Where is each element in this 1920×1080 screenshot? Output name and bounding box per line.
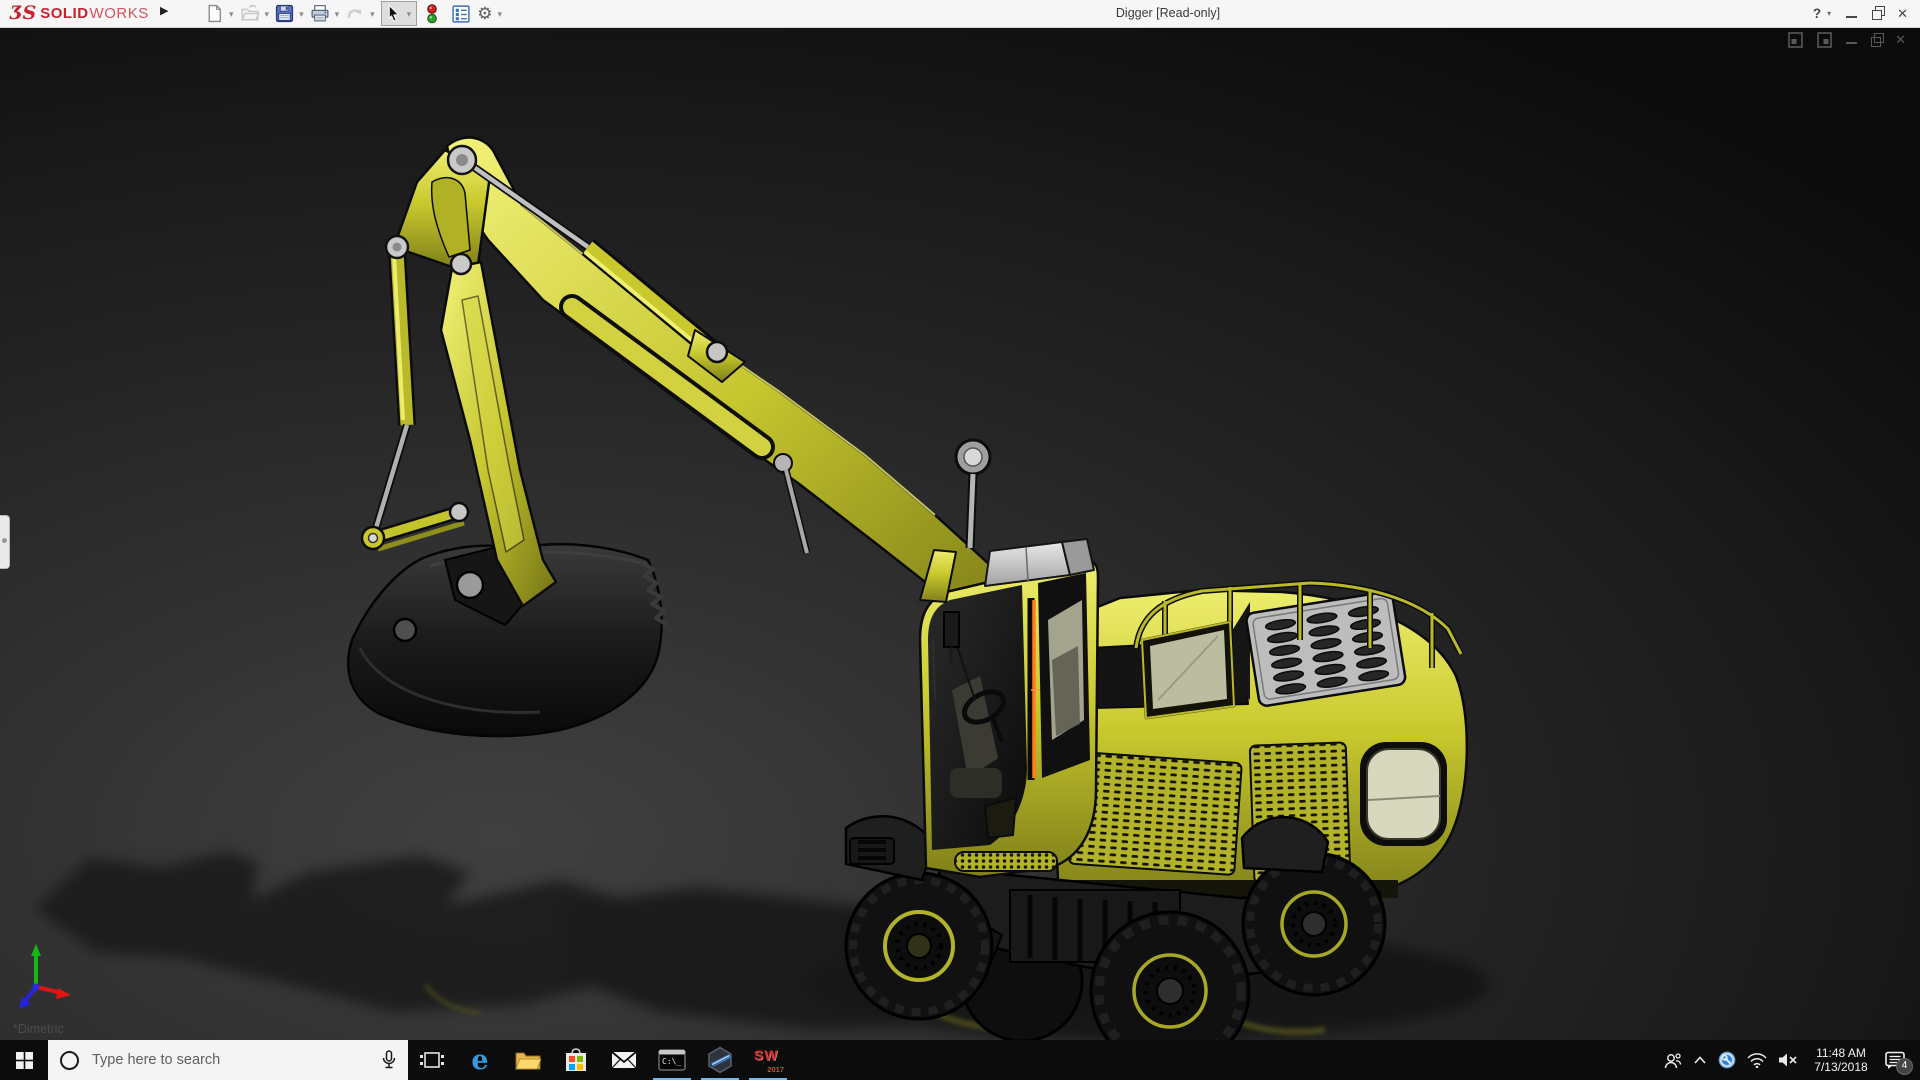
task-view-icon bbox=[419, 1050, 445, 1070]
mdi-restore-button[interactable] bbox=[1871, 37, 1881, 47]
windows-taskbar: e bbox=[0, 1040, 1920, 1080]
help-dropdown[interactable]: ▾ bbox=[1827, 9, 1831, 18]
document-title: Digger [Read-only] bbox=[1058, 0, 1278, 27]
main-toolbar: ▾ ▾ ▾ bbox=[205, 1, 508, 26]
open-dropdown[interactable]: ▾ bbox=[265, 9, 270, 20]
featuremanager-tab-handle bbox=[2, 538, 7, 543]
title-bar: ƷS SOLID WORKS ▶ ▾ ▾ bbox=[0, 0, 1920, 28]
select-tool-active-box: ▾ bbox=[381, 1, 418, 26]
file-properties-icon bbox=[451, 4, 471, 24]
taskbar-app-solidworks-2017[interactable]: SW 2017 bbox=[744, 1040, 792, 1080]
edge-icon: e bbox=[471, 1047, 488, 1074]
windows-logo-icon bbox=[16, 1052, 33, 1069]
mdi-document-controls: ✕ bbox=[1788, 32, 1906, 48]
undo-button[interactable] bbox=[345, 2, 365, 26]
solidworks-2017-icon: SW 2017 bbox=[752, 1045, 784, 1075]
tray-clock[interactable]: 11:48 AM 7/13/2018 bbox=[1809, 1046, 1873, 1075]
file-properties-button[interactable] bbox=[451, 2, 471, 26]
brand-name-solid: SOLID bbox=[40, 5, 88, 22]
taskbar-app-mail[interactable] bbox=[600, 1040, 648, 1080]
save-floppy-icon bbox=[275, 4, 294, 23]
command-prompt-icon: C:\_ bbox=[658, 1047, 686, 1073]
select-tool-button[interactable] bbox=[384, 2, 402, 26]
view-orientation-label: *Dimetric bbox=[13, 1022, 64, 1036]
rebuild-button[interactable] bbox=[426, 2, 438, 26]
svg-text:C:\_: C:\_ bbox=[662, 1057, 681, 1066]
notification-count-badge: 4 bbox=[1896, 1058, 1913, 1075]
action-center-icon[interactable]: 4 bbox=[1884, 1050, 1906, 1070]
taskbar-app-solidworks-hexagon[interactable] bbox=[696, 1040, 744, 1080]
store-icon bbox=[564, 1047, 588, 1073]
minimize-button[interactable] bbox=[1846, 16, 1857, 18]
mdi-minimize-button[interactable] bbox=[1846, 42, 1857, 44]
mdi-window-icon[interactable] bbox=[1817, 32, 1832, 48]
open-folder-icon bbox=[240, 4, 260, 23]
window-controls: ? ▾ ✕ bbox=[1813, 0, 1908, 27]
mail-icon bbox=[611, 1051, 637, 1069]
traffic-light-icon bbox=[426, 4, 438, 24]
options-dropdown[interactable]: ▾ bbox=[497, 9, 502, 20]
gear-icon: ⚙ bbox=[477, 4, 492, 24]
hexagon-app-icon bbox=[706, 1046, 734, 1074]
select-dropdown[interactable]: ▾ bbox=[407, 9, 412, 20]
brand-name-works: WORKS bbox=[90, 5, 149, 22]
start-button[interactable] bbox=[0, 1040, 48, 1080]
new-document-icon bbox=[205, 4, 224, 23]
taskbar-app-edge[interactable]: e bbox=[456, 1040, 504, 1080]
printer-icon bbox=[310, 4, 330, 23]
restore-button[interactable] bbox=[1872, 10, 1882, 20]
model-canvas[interactable] bbox=[0, 28, 1920, 1040]
open-document-button[interactable] bbox=[240, 2, 260, 26]
new-dropdown[interactable]: ▾ bbox=[229, 9, 234, 20]
taskbar-app-command-prompt[interactable]: C:\_ bbox=[648, 1040, 696, 1080]
deck-windshield bbox=[1142, 622, 1234, 718]
save-button[interactable] bbox=[275, 2, 294, 26]
options-button[interactable]: ⚙ bbox=[477, 2, 492, 26]
graphics-viewport[interactable]: ✕ *Dimetric bbox=[0, 28, 1920, 1040]
featuremanager-collapsed-tab[interactable] bbox=[0, 515, 10, 569]
help-button[interactable]: ? bbox=[1813, 6, 1821, 21]
system-tray: 11:48 AM 7/13/2018 4 bbox=[1663, 1040, 1920, 1080]
save-dropdown[interactable]: ▾ bbox=[299, 9, 304, 20]
wifi-icon[interactable] bbox=[1747, 1053, 1767, 1068]
undo-dropdown[interactable]: ▾ bbox=[370, 9, 375, 20]
volume-muted-icon[interactable] bbox=[1778, 1052, 1798, 1068]
print-dropdown[interactable]: ▾ bbox=[335, 9, 340, 20]
new-document-button[interactable] bbox=[205, 2, 224, 26]
search-input[interactable] bbox=[90, 1051, 371, 1069]
select-cursor-icon bbox=[384, 4, 402, 23]
solidworks-logo: ƷS SOLID WORKS bbox=[10, 0, 149, 27]
cortana-icon bbox=[60, 1051, 79, 1070]
chevron-up-icon[interactable] bbox=[1693, 1055, 1707, 1065]
dassault-logo-mark: ƷS bbox=[10, 0, 36, 27]
menu-expand-arrow-icon[interactable]: ▶ bbox=[160, 4, 168, 17]
taskbar-app-task-view[interactable] bbox=[408, 1040, 456, 1080]
tray-time: 11:48 AM bbox=[1816, 1046, 1866, 1060]
people-icon[interactable] bbox=[1663, 1052, 1682, 1069]
digger-cab bbox=[920, 539, 1098, 877]
undo-arrow-icon bbox=[345, 4, 365, 23]
print-button[interactable] bbox=[310, 2, 330, 26]
mdi-close-button[interactable]: ✕ bbox=[1895, 32, 1906, 48]
solidworks-screen: ƷS SOLID WORKS ▶ ▾ ▾ bbox=[0, 0, 1920, 1080]
taskbar-app-file-explorer[interactable] bbox=[504, 1040, 552, 1080]
microphone-icon[interactable] bbox=[382, 1050, 396, 1070]
close-button[interactable]: ✕ bbox=[1897, 6, 1908, 22]
taskbar-search[interactable] bbox=[48, 1040, 408, 1080]
mdi-new-window-icon[interactable] bbox=[1788, 32, 1803, 48]
file-explorer-icon bbox=[515, 1049, 541, 1071]
solidworks-resource-monitor-icon[interactable] bbox=[1718, 1051, 1736, 1069]
taskbar-app-store[interactable] bbox=[552, 1040, 600, 1080]
tray-date: 7/13/2018 bbox=[1814, 1060, 1867, 1074]
